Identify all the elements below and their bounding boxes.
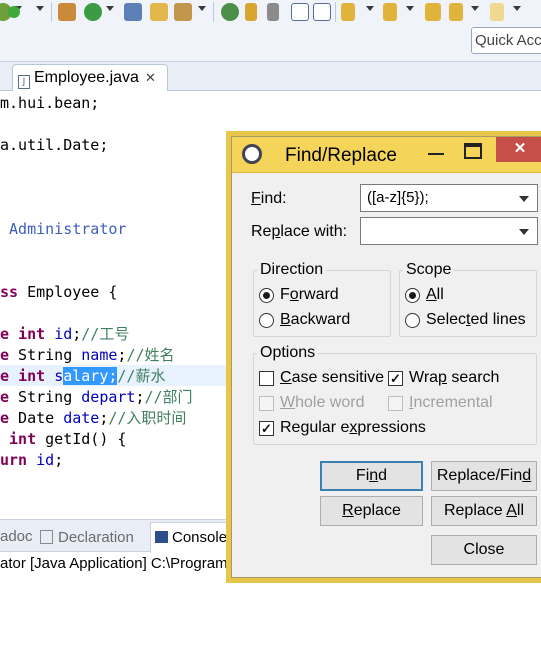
direction-title: Direction xyxy=(257,261,327,279)
replace-find-button[interactable]: Replace/Find xyxy=(431,461,537,491)
back-dropdown-icon[interactable] xyxy=(471,6,479,11)
editor-tab-strip: J Employee.java ✕ xyxy=(0,62,541,91)
find-label: Find: xyxy=(251,190,287,207)
forward-icon[interactable] xyxy=(490,3,504,21)
pin-icon[interactable] xyxy=(267,3,279,21)
run-dropdown-icon[interactable] xyxy=(36,6,44,11)
whole-word-checkbox xyxy=(259,396,274,411)
code-line: urn id; xyxy=(0,451,64,469)
next-annotation-dropdown-icon[interactable] xyxy=(366,6,374,11)
close-icon[interactable]: ✕ xyxy=(496,137,541,162)
whole-word-label: Whole word xyxy=(280,394,365,411)
code-line: e int salary;//薪水 xyxy=(0,367,166,385)
tab-console[interactable]: Console xyxy=(150,522,233,553)
main-toolbar: Quick Access xyxy=(0,0,541,62)
find-value: ([a-z]{5}); xyxy=(367,189,429,206)
code-line: Administrator xyxy=(0,220,127,238)
tab-label: Employee.java xyxy=(34,69,139,86)
replace-all-button[interactable]: Replace All xyxy=(431,496,537,526)
paragraph-icon[interactable] xyxy=(313,3,331,21)
selected-lines-label[interactable]: Selected lines xyxy=(426,311,526,329)
dialog-title-bar[interactable]: Find/Replace ✕ xyxy=(232,137,541,173)
run-icon[interactable] xyxy=(8,6,20,18)
replace-combo[interactable] xyxy=(360,217,538,245)
all-label[interactable]: All xyxy=(426,286,444,304)
new-server-icon[interactable] xyxy=(58,3,76,21)
case-sensitive-checkbox[interactable] xyxy=(259,371,274,386)
open-folder-icon[interactable] xyxy=(150,3,168,21)
code-line: m.hui.bean; xyxy=(0,94,100,112)
last-edit-icon[interactable] xyxy=(425,3,441,21)
new-java-class-icon[interactable] xyxy=(84,3,102,21)
code-line: e Date date;//入职时间 xyxy=(0,409,187,427)
options-title: Options xyxy=(257,344,319,362)
toolbar-separator xyxy=(51,2,52,22)
backward-label[interactable]: Backward xyxy=(280,311,350,329)
new-class-dropdown-icon[interactable] xyxy=(106,6,114,11)
code-line: e int id;//工号 xyxy=(0,325,130,343)
search-icon[interactable] xyxy=(221,3,239,21)
incremental-checkbox xyxy=(388,396,403,411)
prev-annotation-dropdown-icon[interactable] xyxy=(406,6,414,11)
all-radio[interactable] xyxy=(405,288,420,303)
backward-radio[interactable] xyxy=(259,313,274,328)
tab-javadoc[interactable]: adoc xyxy=(0,528,33,545)
find-combo[interactable]: ([a-z]{5}); xyxy=(360,184,538,212)
find-button[interactable]: Find xyxy=(320,461,423,491)
code-line: int getId() { xyxy=(9,430,127,448)
quick-access-input[interactable]: Quick Access xyxy=(471,27,541,54)
tab-employee-java[interactable]: J Employee.java ✕ xyxy=(12,64,168,91)
toolbar-separator xyxy=(335,2,336,22)
tab-console-label: Console xyxy=(172,529,228,546)
incremental-label: Incremental xyxy=(409,394,493,411)
code-line: e String name;//姓名 xyxy=(0,346,175,364)
open-type-dropdown-icon[interactable] xyxy=(198,6,206,11)
regular-expressions-label[interactable]: Regular expressions xyxy=(280,419,426,437)
replace-label: Replace with: xyxy=(251,223,348,240)
case-sensitive-label[interactable]: Case sensitive xyxy=(280,369,384,387)
pencil-icon[interactable] xyxy=(245,3,257,21)
next-annotation-icon[interactable] xyxy=(341,3,355,21)
scope-title: Scope xyxy=(403,261,455,279)
maximize-icon[interactable] xyxy=(464,143,482,159)
java-file-icon: J xyxy=(18,75,30,89)
regular-expressions-checkbox[interactable] xyxy=(259,421,274,436)
forward-dropdown-icon[interactable] xyxy=(513,6,521,11)
code-line: a.util.Date; xyxy=(0,136,109,154)
selected-lines-radio[interactable] xyxy=(405,313,420,328)
minimize-icon[interactable] xyxy=(428,153,444,155)
code-line: ss Employee { xyxy=(0,283,118,301)
options-group: Options Case sensitive Wrap search Whole… xyxy=(253,344,537,445)
outline-icon[interactable] xyxy=(291,3,309,21)
toolbar-separator xyxy=(213,2,214,22)
tab-declaration[interactable]: Declaration xyxy=(40,528,134,546)
prev-annotation-icon[interactable] xyxy=(383,3,397,21)
back-icon[interactable] xyxy=(449,3,463,21)
console-icon xyxy=(155,531,168,543)
scope-group: Scope All Selected lines xyxy=(399,261,537,337)
chevron-down-icon[interactable] xyxy=(519,229,529,235)
replace-button[interactable]: Replace xyxy=(320,496,423,526)
eclipse-icon xyxy=(242,144,262,164)
close-button[interactable]: Close xyxy=(431,535,537,565)
forward-radio[interactable] xyxy=(259,288,274,303)
direction-group: Direction Forward Backward xyxy=(253,261,391,337)
new-wizard-icon[interactable] xyxy=(124,3,142,21)
chevron-down-icon[interactable] xyxy=(519,196,529,202)
dialog-title: Find/Replace xyxy=(285,145,397,166)
tab-declaration-label: Declaration xyxy=(58,529,134,546)
open-type-icon[interactable] xyxy=(174,3,192,21)
declaration-icon xyxy=(40,530,53,544)
wrap-search-checkbox[interactable] xyxy=(388,371,403,386)
wrap-search-label[interactable]: Wrap search xyxy=(409,369,499,387)
find-replace-dialog: Find/Replace ✕ Find: ([a-z]{5}); Replace… xyxy=(231,136,541,578)
code-line: e String depart;//部门 xyxy=(0,388,193,406)
close-tab-icon[interactable]: ✕ xyxy=(145,70,156,85)
forward-label[interactable]: Forward xyxy=(280,286,339,304)
search-match-highlight: alary; xyxy=(63,367,118,385)
console-header: ator [Java Application] C:\Program Files xyxy=(0,555,264,572)
